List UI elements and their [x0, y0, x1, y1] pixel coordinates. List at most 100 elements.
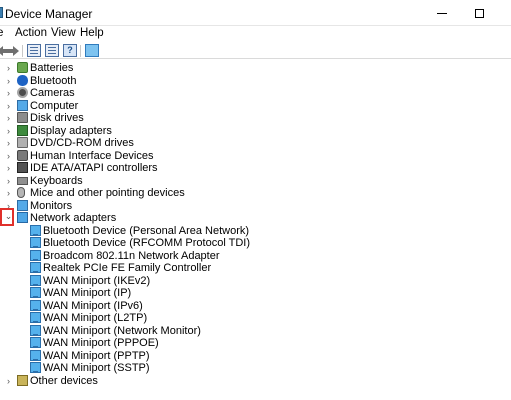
menu-bar: e Action View Help: [0, 26, 511, 43]
network-adapter-item[interactable]: WAN Miniport (Network Monitor): [0, 324, 511, 338]
network-device-icon: [30, 249, 41, 261]
help-icon[interactable]: ?: [63, 44, 77, 57]
hid-icon: [17, 149, 28, 161]
tree-item-label: Batteries: [30, 62, 74, 74]
tree-item-label: Computer: [30, 99, 79, 112]
menu-view[interactable]: View: [51, 27, 76, 39]
network-adapter-item[interactable]: Bluetooth Device (RFCOMM Protocol TDI): [0, 237, 511, 250]
chevron-right-icon[interactable]: ›: [4, 151, 13, 161]
network-device-icon: [30, 312, 41, 323]
network-adapter-item[interactable]: WAN Miniport (IPv6): [0, 299, 511, 313]
tree-item-bluetooth[interactable]: › Bluetooth: [0, 74, 511, 88]
tree-item-label: Keyboards: [30, 174, 83, 187]
network-device-icon: [30, 262, 41, 273]
tree-item-batteries[interactable]: › Batteries: [0, 62, 511, 75]
dvd-drive-icon: [17, 137, 28, 148]
tree-item-hid[interactable]: › Human Interface Devices: [0, 149, 511, 163]
network-adapter-item[interactable]: WAN Miniport (PPPOE): [0, 337, 511, 350]
toolbar-separator: [80, 45, 81, 57]
menu-action[interactable]: Action: [15, 27, 47, 39]
network-device-icon: [30, 274, 41, 286]
chevron-right-icon[interactable]: ›: [4, 113, 13, 123]
maximize-icon: [474, 9, 484, 19]
tree-item-label: Mice and other pointing devices: [30, 187, 185, 199]
chevron-right-icon[interactable]: ›: [4, 176, 13, 186]
network-adapter-label: WAN Miniport (IP): [43, 287, 132, 299]
tree-item-computer[interactable]: › Computer: [0, 99, 511, 113]
tree-item-other-devices[interactable]: › Other devices: [0, 374, 511, 388]
network-device-icon: [30, 349, 41, 361]
chevron-right-icon[interactable]: ›: [4, 76, 13, 86]
chevron-right-icon[interactable]: ›: [4, 163, 13, 173]
chevron-right-icon[interactable]: ›: [4, 101, 13, 111]
menu-help[interactable]: Help: [80, 27, 104, 39]
network-adapter-item[interactable]: Realtek PCIe FE Family Controller: [0, 262, 511, 275]
network-adapter-item[interactable]: WAN Miniport (L2TP): [0, 312, 511, 325]
network-adapter-label: Broadcom 802.11n Network Adapter: [43, 249, 220, 262]
network-adapter-label: Realtek PCIe FE Family Controller: [43, 262, 212, 274]
display-adapter-icon: [17, 124, 28, 136]
network-adapter-item[interactable]: Broadcom 802.11n Network Adapter: [0, 249, 511, 263]
network-adapter-item[interactable]: WAN Miniport (IP): [0, 287, 511, 300]
chevron-right-icon[interactable]: ›: [4, 126, 13, 136]
network-adapter-label: WAN Miniport (PPTP): [43, 349, 150, 362]
window-title: Device Manager: [5, 7, 93, 21]
network-adapter-label: WAN Miniport (IPv6): [43, 299, 143, 312]
camera-icon: [17, 87, 28, 98]
tree-item-dvd-drives[interactable]: › DVD/CD-ROM drives: [0, 137, 511, 150]
show-hide-console-tree-icon[interactable]: [45, 44, 59, 57]
disk-drive-icon: [17, 112, 28, 123]
network-device-icon: [30, 299, 41, 311]
scan-hardware-icon[interactable]: [85, 44, 99, 57]
network-adapter-label: WAN Miniport (SSTP): [43, 362, 150, 374]
other-devices-icon: [17, 374, 28, 386]
network-device-icon: [30, 237, 41, 248]
mouse-icon: [17, 187, 25, 198]
tree-item-label: DVD/CD-ROM drives: [30, 137, 134, 149]
minimize-icon: [437, 13, 447, 15]
device-manager-app-icon: [0, 7, 3, 18]
network-adapter-item[interactable]: Bluetooth Device (Personal Area Network): [0, 224, 511, 238]
network-device-icon: [30, 287, 41, 298]
close-button[interactable]: ✕: [500, 0, 511, 26]
maximize-button[interactable]: [462, 0, 496, 26]
tree-item-disk-drives[interactable]: › Disk drives: [0, 112, 511, 125]
monitor-icon: [17, 199, 28, 211]
network-adapter-label: WAN Miniport (PPPOE): [43, 337, 159, 349]
forward-arrow-icon[interactable]: [7, 46, 19, 56]
battery-icon: [17, 62, 28, 73]
minimize-button[interactable]: [425, 0, 459, 26]
tree-item-label: Monitors: [30, 199, 73, 212]
chevron-right-icon[interactable]: ›: [4, 138, 13, 148]
tree-item-mice[interactable]: › Mice and other pointing devices: [0, 187, 511, 200]
properties-icon[interactable]: [27, 44, 41, 57]
tree-item-network-adapters[interactable]: ⌄ Network adapters: [0, 212, 511, 225]
tree-item-label: Cameras: [30, 87, 75, 99]
tree-item-keyboards[interactable]: › Keyboards: [0, 175, 511, 188]
tree-item-label: IDE ATA/ATAPI controllers: [30, 162, 158, 174]
tree-item-label: Display adapters: [30, 124, 112, 137]
tree-item-label: Disk drives: [30, 112, 84, 124]
tree-item-cameras[interactable]: › Cameras: [0, 87, 511, 100]
network-adapter-icon: [17, 212, 28, 223]
chevron-right-icon[interactable]: ›: [4, 88, 13, 98]
tree-item-ide-controllers[interactable]: › IDE ATA/ATAPI controllers: [0, 162, 511, 175]
network-adapter-item[interactable]: WAN Miniport (SSTP): [0, 362, 511, 375]
tree-item-label: Bluetooth: [30, 74, 77, 87]
network-device-icon: [30, 324, 41, 336]
chevron-right-icon[interactable]: ›: [4, 63, 13, 73]
ide-controller-icon: [17, 162, 28, 173]
tree-item-monitors[interactable]: › Monitors: [0, 199, 511, 213]
chevron-right-icon[interactable]: ›: [4, 188, 13, 198]
tree-item-display-adapters[interactable]: › Display adapters: [0, 124, 511, 138]
network-adapter-item[interactable]: WAN Miniport (PPTP): [0, 349, 511, 363]
keyboard-icon: [17, 176, 28, 185]
bluetooth-icon: [17, 74, 28, 86]
device-tree: › Batteries › Bluetooth › Cameras › Comp…: [0, 60, 511, 400]
network-adapter-item[interactable]: WAN Miniport (IKEv2): [0, 274, 511, 288]
chevron-right-icon[interactable]: ›: [4, 376, 13, 386]
expand-chevron-highlight: [0, 208, 14, 226]
menu-file[interactable]: e: [0, 27, 3, 39]
toolbar: ?: [0, 43, 511, 59]
network-device-icon: [30, 362, 41, 373]
